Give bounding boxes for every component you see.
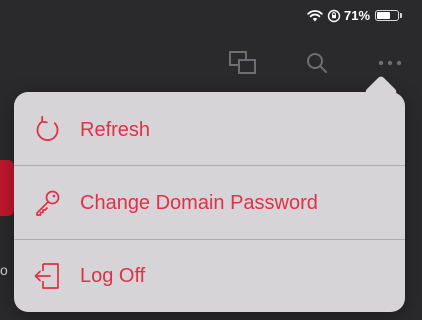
menu-item-label: Log Off [80, 264, 146, 287]
search-icon[interactable] [300, 46, 334, 80]
battery-tip [400, 13, 402, 18]
battery-icon [375, 10, 399, 21]
toolbar [0, 34, 422, 94]
more-icon[interactable] [373, 46, 407, 80]
battery-percentage: 71% [344, 8, 371, 23]
wifi-icon [307, 9, 323, 27]
battery-fill [377, 12, 390, 19]
menu-item-change-domain-password[interactable]: Change Domain Password [14, 167, 405, 239]
menu-item-label: Refresh [80, 118, 151, 141]
menu-item-log-off[interactable]: Log Off [14, 240, 405, 312]
windows-icon[interactable] [226, 46, 260, 80]
menu-divider [14, 165, 405, 166]
menu-item-label: Change Domain Password [80, 191, 318, 214]
menu-item-refresh[interactable]: Refresh [14, 94, 405, 166]
background-text: o [0, 262, 8, 278]
background-red-tile [0, 160, 14, 216]
refresh-icon [30, 112, 66, 148]
orientation-lock-icon [327, 9, 341, 28]
log-off-icon [30, 258, 66, 294]
more-menu-popover: Refresh Change Domain Password Log Off [14, 75, 405, 312]
status-bar: 71% [0, 0, 422, 34]
key-icon [30, 185, 66, 221]
screen: { "status_bar": { "battery_text": "71%",… [0, 0, 422, 320]
